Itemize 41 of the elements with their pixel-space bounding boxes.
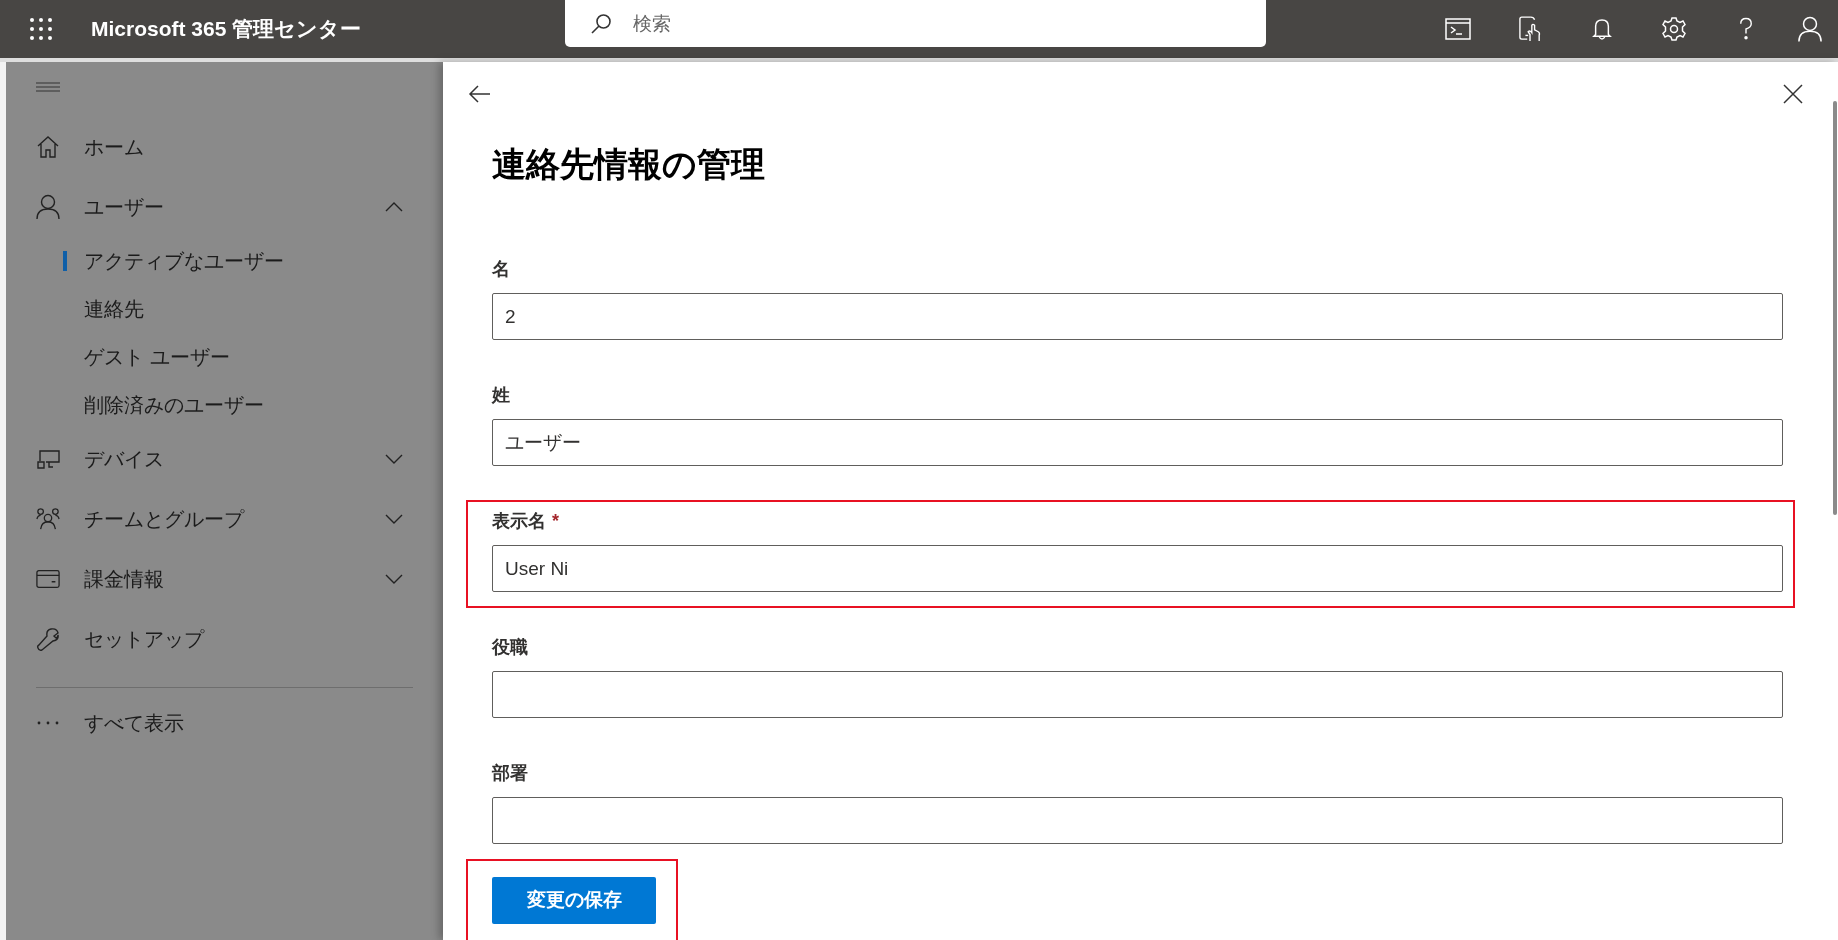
panel-title: 連絡先情報の管理 bbox=[492, 144, 765, 185]
wrench-icon bbox=[36, 627, 60, 651]
card-icon bbox=[36, 569, 60, 589]
chevron-down-icon bbox=[385, 574, 403, 584]
text-field[interactable]: 2 bbox=[492, 293, 1783, 340]
app-title: Microsoft 365 管理センター bbox=[91, 16, 362, 43]
person-icon bbox=[36, 194, 60, 220]
nav-subitem[interactable]: 連絡先 bbox=[6, 285, 443, 333]
nav-item[interactable]: デバイス bbox=[6, 429, 443, 489]
chevron-down-icon bbox=[385, 454, 403, 464]
people-icon bbox=[36, 507, 60, 531]
text-field[interactable]: User Ni bbox=[492, 545, 1783, 592]
save-button[interactable]: 変更の保存 bbox=[492, 877, 656, 924]
text-field[interactable] bbox=[492, 797, 1783, 844]
search-icon bbox=[589, 12, 613, 36]
search-field[interactable]: 検索 bbox=[565, 0, 1266, 47]
close-icon[interactable] bbox=[1783, 84, 1803, 104]
required-mark: * bbox=[552, 509, 559, 533]
nav-subitem[interactable]: ゲスト ユーザー bbox=[6, 333, 443, 381]
field-label: 役職 bbox=[492, 635, 528, 659]
field-label: 姓 bbox=[492, 383, 510, 407]
field-label: 部署 bbox=[492, 761, 528, 785]
nav-subitem[interactable]: アクティブなユーザー bbox=[6, 237, 443, 285]
home-icon bbox=[36, 135, 60, 159]
nav-item[interactable]: チームとグループ bbox=[6, 489, 443, 549]
text-field[interactable]: ユーザー bbox=[492, 419, 1783, 466]
chevron-down-icon bbox=[385, 514, 403, 524]
nav-item[interactable]: ユーザー bbox=[6, 177, 443, 237]
scrollbar-thumb[interactable] bbox=[1833, 101, 1837, 515]
nav-item[interactable]: ホーム bbox=[6, 117, 443, 177]
nav-item[interactable]: 課金情報 bbox=[6, 549, 443, 609]
nav-item[interactable]: すべて表示 bbox=[6, 693, 443, 753]
nav-item[interactable]: セットアップ bbox=[6, 609, 443, 669]
text-field[interactable] bbox=[492, 671, 1783, 718]
app-launcher-icon[interactable] bbox=[29, 17, 53, 41]
monitor-icon bbox=[36, 449, 60, 469]
nav-subitem[interactable]: 削除済みのユーザー bbox=[6, 381, 443, 429]
field-label: 名 bbox=[492, 257, 510, 281]
more-icon bbox=[36, 720, 60, 726]
chevron-up-icon bbox=[385, 202, 403, 212]
field-label: 表示名 bbox=[492, 509, 546, 533]
